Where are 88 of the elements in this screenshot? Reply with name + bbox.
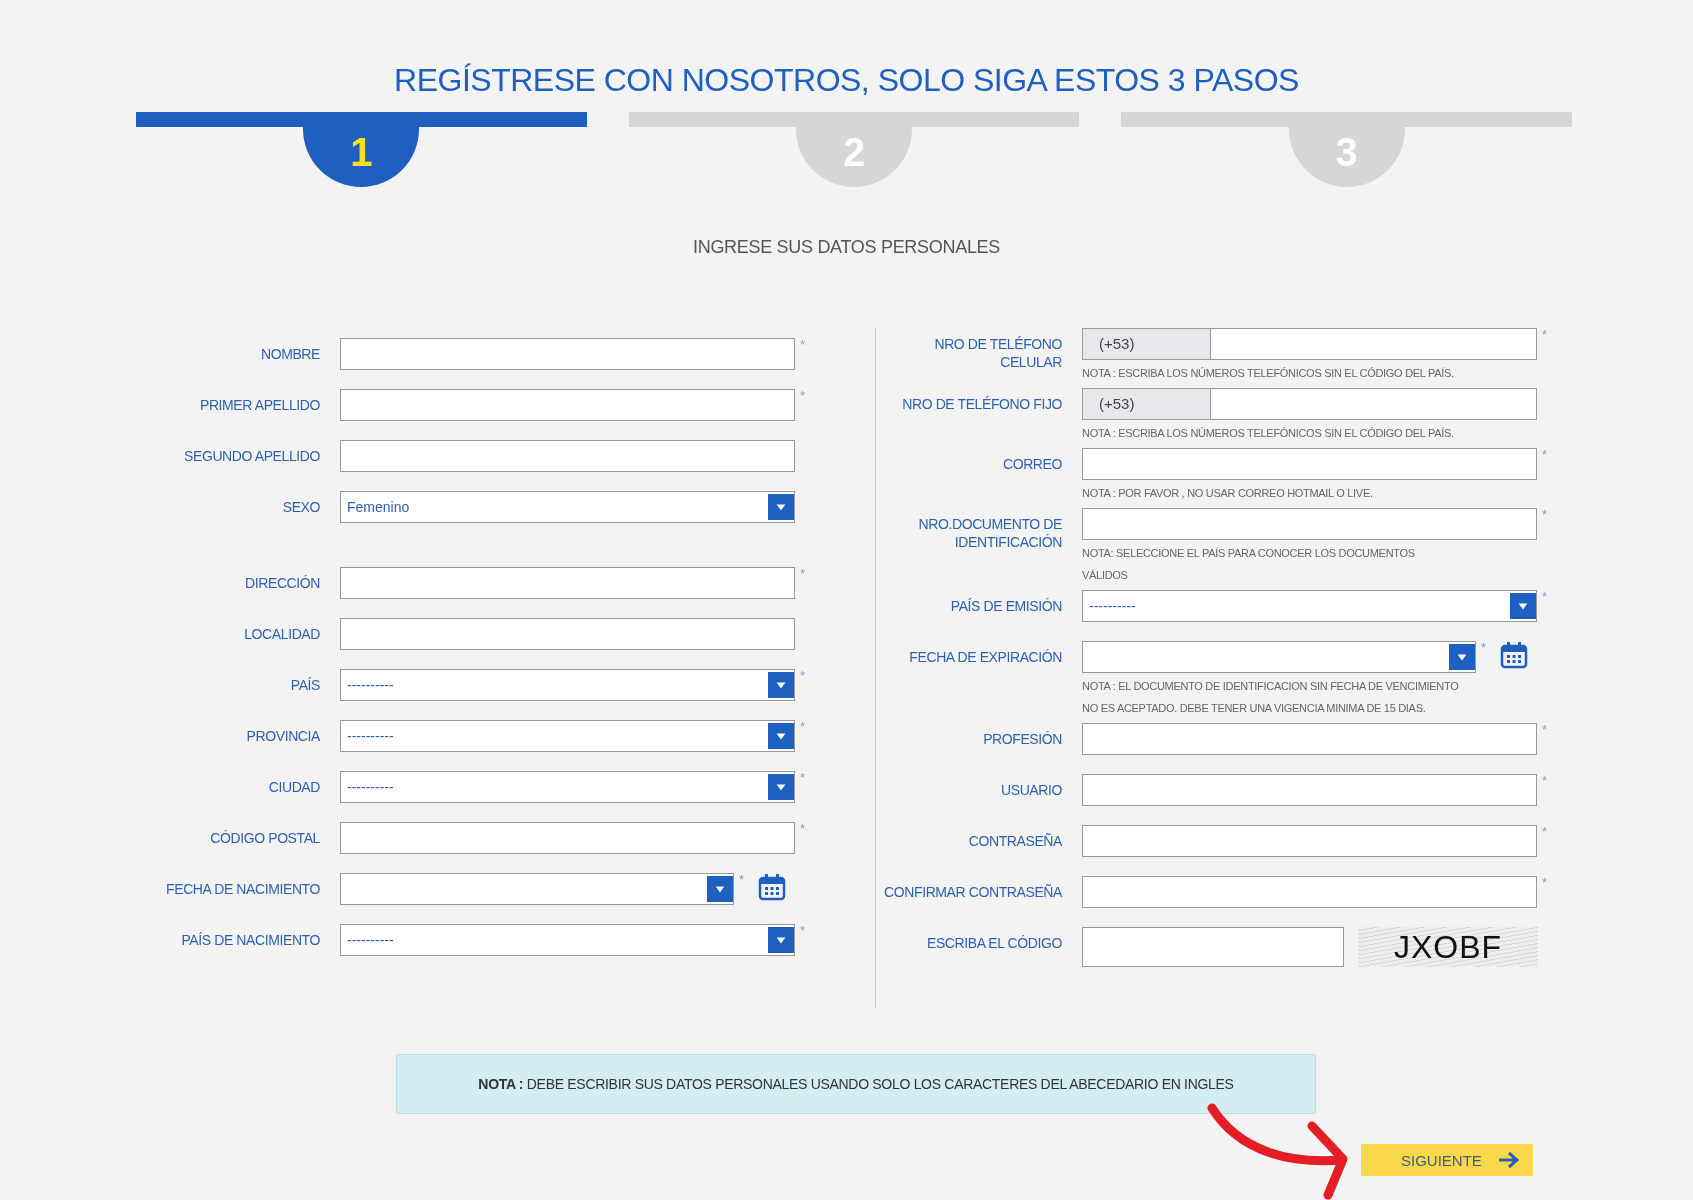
field-note: NOTA : ESCRIBA LOS NÚMEROS TELEFÓNICOS SIN EL CÓDIGO DEL PAÍS. [1082, 366, 1455, 381]
required-marker: * [800, 720, 806, 734]
dropdown[interactable]: ---------- [340, 771, 795, 803]
date-dropdown[interactable] [340, 873, 734, 905]
caret-icon [768, 670, 794, 700]
required-marker: * [800, 669, 806, 683]
phone-field[interactable] [1210, 388, 1537, 420]
required-marker: * [800, 771, 806, 785]
required-marker: * [739, 873, 745, 887]
text-field[interactable] [1082, 508, 1537, 540]
dropdown[interactable]: ---------- [1082, 590, 1537, 622]
field-label: SEGUNDO APELLIDO [183, 447, 320, 466]
field-label: CONTRASEÑA [967, 832, 1062, 850]
field-label: NRO DE TELÉFONO CELULAR [933, 335, 1062, 371]
field-label: CÓDIGO POSTAL [209, 829, 320, 848]
calendar-icon[interactable] [758, 873, 787, 901]
field-note: NOTA : EL DOCUMENTO DE IDENTIFICACION SIN FECHA DE VENCIMIENTO NO ES ACEPTADO. DEBE TENER UNA VIGENCIA MINIMA DE 15 DIAS. [1082, 679, 1460, 716]
field-label: PAÍS DE EMISIÓN [949, 597, 1062, 615]
required-marker: * [800, 567, 806, 581]
field-label: PRIMER APELLIDO [198, 396, 320, 415]
field-note: NOTA : POR FAVOR , NO USAR CORREO HOTMAIL O LIVE. [1082, 486, 1374, 501]
field-label: PAÍS [289, 676, 320, 695]
caret-icon [1510, 591, 1536, 621]
text-field[interactable] [1082, 448, 1537, 480]
field-label: LOCALIDAD [243, 625, 320, 644]
required-marker: * [1542, 723, 1548, 737]
dropdown[interactable]: ---------- [340, 720, 795, 752]
field-label: CONFIRMAR CONTRASEÑA [883, 883, 1062, 901]
field-label: NRO DE TELÉFONO FIJO [901, 395, 1062, 413]
field-label: PROFESIÓN [982, 730, 1062, 748]
field-label: PAÍS DE NACIMIENTO [180, 931, 320, 950]
field-label: SEXO [281, 498, 320, 517]
text-field[interactable] [340, 389, 795, 421]
required-marker: * [1542, 508, 1548, 522]
required-marker: * [800, 389, 806, 403]
required-marker: * [800, 924, 806, 938]
notice-box: NOTA : DEBE ESCRIBIR SUS DATOS PERSONALES USANDO SOLO LOS CARACTERES DEL ABECEDARIO EN INGLES [396, 1054, 1316, 1114]
caret-icon [768, 772, 794, 802]
field-label: PROVINCIA [245, 727, 320, 746]
field-label: USUARIO [1000, 781, 1062, 799]
caret-icon [768, 721, 794, 751]
section-heading: INGRESE SUS DATOS PERSONALES [692, 237, 1001, 258]
field-label: ESCRIBA EL CÓDIGO [925, 934, 1062, 952]
caret-icon [707, 874, 733, 904]
required-marker: * [800, 822, 806, 836]
required-marker: * [1542, 448, 1548, 462]
field-label: FECHA DE NACIMIENTO [165, 880, 320, 899]
page-title: REGÍSTRESE CON NOSOTROS, SOLO SIGA ESTOS 3 PASOS [393, 61, 1300, 100]
date-dropdown[interactable] [1082, 641, 1476, 673]
text-field[interactable] [340, 822, 795, 854]
required-marker: * [1542, 590, 1548, 604]
required-marker: * [1542, 774, 1548, 788]
step-number[interactable]: 1 [303, 127, 420, 187]
field-note: NOTA : ESCRIBA LOS NÚMEROS TELEFÓNICOS SIN EL CÓDIGO DEL PAÍS. [1082, 426, 1455, 441]
text-field[interactable] [340, 440, 795, 472]
text-field[interactable] [340, 338, 795, 370]
field-label: DIRECCIÓN [244, 574, 320, 593]
text-field[interactable] [340, 618, 795, 650]
required-marker: * [1542, 825, 1548, 839]
field-note: NOTA: SELECCIONE EL PAÍS PARA CONOCER LOS DOCUMENTOS VÁLIDOS [1082, 546, 1416, 583]
field-label: NRO.DOCUMENTO DE IDENTIFICACIÓN [917, 515, 1062, 551]
text-field[interactable] [1082, 876, 1537, 908]
captcha-image: JXOBF [1358, 927, 1538, 967]
caret-icon [1449, 642, 1475, 672]
field-label: CIUDAD [267, 778, 320, 797]
calendar-icon[interactable] [1500, 641, 1529, 669]
dropdown[interactable]: ---------- [340, 669, 795, 701]
captcha-field[interactable] [1082, 927, 1344, 967]
field-label: NOMBRE [259, 345, 320, 364]
country-code-prefix: (+53) [1082, 328, 1210, 360]
required-marker: * [1481, 641, 1487, 655]
dropdown[interactable]: ---------- [340, 924, 795, 956]
text-field[interactable] [1082, 774, 1537, 806]
field-label: CORREO [1001, 455, 1062, 473]
text-field[interactable] [1082, 723, 1537, 755]
country-code-prefix: (+53) [1082, 388, 1210, 420]
required-marker: * [800, 338, 806, 352]
dropdown[interactable]: Femenino [340, 491, 795, 523]
text-field[interactable] [1082, 825, 1537, 857]
required-marker: * [1542, 328, 1548, 342]
required-marker: * [1542, 876, 1548, 890]
phone-field[interactable] [1210, 328, 1537, 360]
text-field[interactable] [340, 567, 795, 599]
next-button[interactable]: SIGUIENTE [1361, 1144, 1533, 1176]
caret-icon [768, 925, 794, 955]
field-label: FECHA DE EXPIRACIÓN [908, 648, 1062, 666]
arrow-right-icon [1497, 1150, 1521, 1170]
caret-icon [768, 492, 794, 522]
